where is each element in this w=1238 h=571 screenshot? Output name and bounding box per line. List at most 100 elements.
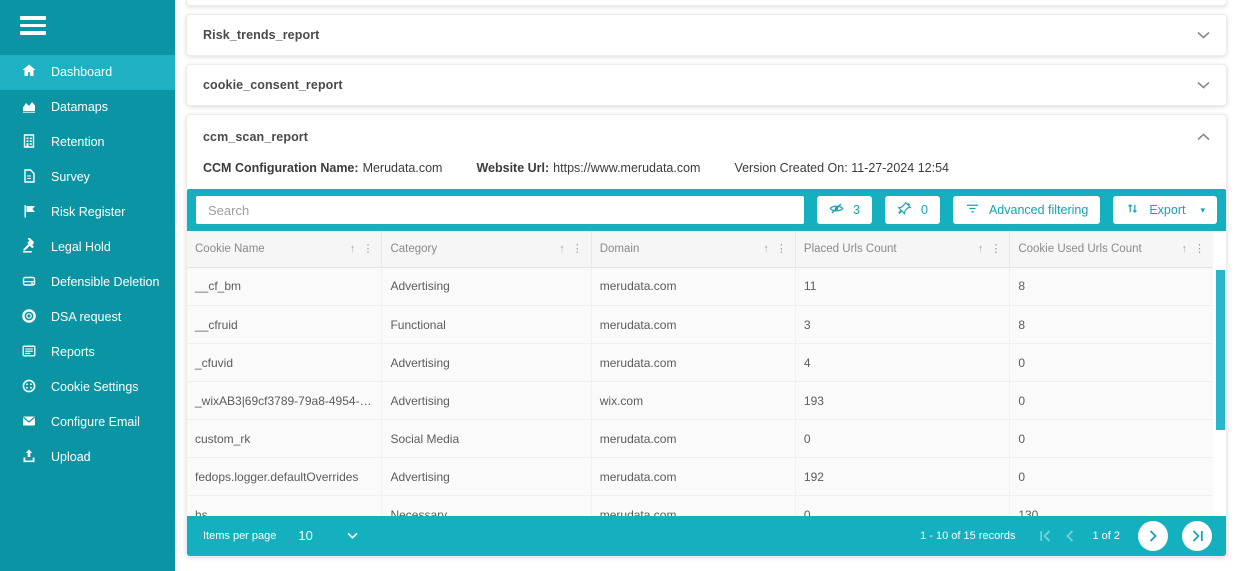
sort-asc-icon[interactable]: ↑ bbox=[1182, 243, 1188, 255]
column-menu-icon[interactable]: ⋮ bbox=[776, 242, 787, 255]
sidebar-item-label: Cookie Settings bbox=[51, 380, 139, 394]
ccm-config-info: CCM Configuration Name: Merudata.com Webs… bbox=[187, 159, 1226, 189]
drive-icon bbox=[21, 273, 37, 292]
records-range-text: 1 - 10 of 15 records bbox=[920, 529, 1016, 542]
cell-placed-count: 0 bbox=[794, 419, 1010, 458]
gavel-icon bbox=[21, 236, 37, 257]
export-button[interactable]: Export ▾ bbox=[1113, 196, 1217, 224]
cell-category: Advertising bbox=[381, 267, 592, 306]
pagination-bar: Items per page 10 1 - 10 of 15 records 1… bbox=[187, 515, 1226, 556]
app-root: Dashboard Datamaps Retention Survey Risk… bbox=[0, 0, 1238, 571]
sidebar-item-upload[interactable]: Upload bbox=[0, 440, 175, 475]
cell-cookie-name: custom_rk bbox=[187, 419, 382, 458]
sidebar-item-risk-register[interactable]: Risk Register bbox=[0, 195, 175, 230]
table-row: fedops.logger.defaultOverrides Advertisin… bbox=[187, 457, 1213, 496]
sidebar-item-label: Configure Email bbox=[51, 415, 140, 429]
sidebar-item-label: Retention bbox=[51, 135, 105, 149]
first-page-button[interactable] bbox=[1039, 529, 1052, 542]
sidebar-item-label: Reports bbox=[51, 345, 95, 359]
main-content: Risk_trends_report cookie_consent_report… bbox=[175, 0, 1238, 571]
cell-cookie-name: fedops.logger.defaultOverrides bbox=[187, 457, 382, 496]
hamburger-menu-icon[interactable] bbox=[0, 0, 175, 47]
sidebar-item-retention[interactable]: Retention bbox=[0, 125, 175, 160]
sidebar-item-label: Dashboard bbox=[51, 65, 113, 79]
sidebar-item-dashboard[interactable]: Dashboard bbox=[0, 54, 175, 90]
search-input[interactable] bbox=[196, 196, 805, 224]
cell-domain: merudata.com bbox=[590, 457, 796, 496]
cell-domain: merudata.com bbox=[590, 495, 796, 516]
cell-used-count: 0 bbox=[1009, 419, 1213, 458]
sidebar-item-datamaps[interactable]: Datamaps bbox=[0, 90, 175, 125]
unpin-button[interactable]: 0 bbox=[885, 196, 940, 224]
vertical-scrollbar bbox=[1216, 268, 1225, 515]
eye-slash-icon bbox=[829, 201, 844, 219]
cell-category: Advertising bbox=[381, 381, 592, 420]
sidebar-item-label: Defensible Deletion bbox=[51, 275, 160, 289]
sidebar-item-defensible-deletion[interactable]: Defensible Deletion bbox=[0, 265, 175, 300]
column-menu-icon[interactable]: ⋮ bbox=[1194, 242, 1205, 255]
sidebar-item-configure-email[interactable]: Configure Email bbox=[0, 405, 175, 440]
partial-card-above bbox=[186, 0, 1227, 6]
chevron-down-icon[interactable] bbox=[347, 532, 358, 539]
cell-cookie-name: _cfuvid bbox=[187, 343, 382, 382]
cell-cookie-name: hs bbox=[187, 495, 382, 516]
cell-cookie-name: __cfruid bbox=[187, 305, 382, 344]
panel-ccm-scan-report: ccm_scan_report CCM Configuration Name: M… bbox=[186, 114, 1227, 557]
table-row: __cf_bm Advertising merudata.com 11 8 bbox=[187, 267, 1213, 306]
previous-page-button[interactable] bbox=[1066, 529, 1074, 542]
panel-title: cookie_consent_report bbox=[203, 78, 343, 92]
column-header-cookie-name[interactable]: Cookie Name ↑ ⋮ bbox=[187, 231, 382, 268]
panel-risk-trends-header[interactable]: Risk_trends_report bbox=[187, 15, 1226, 55]
sidebar-item-label: Legal Hold bbox=[51, 240, 111, 254]
column-menu-icon[interactable]: ⋮ bbox=[362, 242, 373, 255]
cell-category: Advertising bbox=[381, 457, 592, 496]
cell-placed-count: 3 bbox=[794, 305, 1010, 344]
panel-ccm-scan-header[interactable]: ccm_scan_report bbox=[187, 115, 1226, 159]
sort-asc-icon[interactable]: ↑ bbox=[763, 243, 769, 255]
sort-arrows-icon bbox=[1125, 201, 1140, 219]
table-row: _wixAB3|69cf3789-79a8-4954-9efb-44e5...A… bbox=[187, 381, 1213, 420]
home-icon bbox=[21, 63, 37, 82]
panel-cookie-consent-header[interactable]: cookie_consent_report bbox=[187, 65, 1226, 105]
cell-domain: merudata.com bbox=[590, 343, 796, 382]
sort-asc-icon[interactable]: ↑ bbox=[350, 243, 356, 255]
sidebar-item-label: Upload bbox=[51, 450, 91, 464]
column-menu-icon[interactable]: ⋮ bbox=[990, 242, 1001, 255]
cell-cookie-name: _wixAB3|69cf3789-79a8-4954-9efb-44e5... bbox=[187, 381, 382, 420]
sort-asc-icon[interactable]: ↑ bbox=[978, 243, 984, 255]
hidden-columns-count: 3 bbox=[853, 203, 860, 217]
pinned-count: 0 bbox=[921, 203, 928, 217]
column-header-domain[interactable]: Domain ↑ ⋮ bbox=[590, 231, 796, 268]
sidebar-item-survey[interactable]: Survey bbox=[0, 160, 175, 195]
sidebar-item-cookie-settings[interactable]: Cookie Settings bbox=[0, 370, 175, 405]
cell-used-count: 0 bbox=[1009, 343, 1213, 382]
cell-placed-count: 192 bbox=[794, 457, 1010, 496]
last-page-button[interactable] bbox=[1182, 520, 1212, 551]
lifebuoy-icon bbox=[21, 308, 37, 327]
column-header-cookie-used-urls[interactable]: Cookie Used Urls Count ↑ ⋮ bbox=[1009, 231, 1213, 268]
table-row: hs Necessary merudata.com 0 130 bbox=[187, 495, 1213, 516]
column-header-placed-urls[interactable]: Placed Urls Count ↑ ⋮ bbox=[794, 231, 1010, 268]
column-menu-icon[interactable]: ⋮ bbox=[572, 242, 583, 255]
panel-title: Risk_trends_report bbox=[203, 28, 320, 42]
sidebar-item-reports[interactable]: Reports bbox=[0, 335, 175, 370]
grid-toolbar: 3 0 Advanced filtering Export ▾ bbox=[187, 189, 1226, 231]
cell-domain: merudata.com bbox=[590, 305, 796, 344]
sidebar-item-legal-hold[interactable]: Legal Hold bbox=[0, 230, 175, 265]
ccm-website-url: Website Url: https://www.merudata.com bbox=[476, 161, 701, 175]
cell-used-count: 8 bbox=[1009, 305, 1213, 344]
next-page-button[interactable] bbox=[1138, 520, 1168, 551]
column-header-category[interactable]: Category ↑ ⋮ bbox=[381, 231, 592, 268]
items-per-page-select[interactable]: 10 bbox=[298, 528, 312, 543]
caret-down-icon: ▾ bbox=[1200, 204, 1205, 215]
advanced-filtering-button[interactable]: Advanced filtering bbox=[952, 196, 1101, 224]
sort-asc-icon[interactable]: ↑ bbox=[559, 243, 565, 255]
items-per-page-label: Items per page bbox=[203, 529, 277, 542]
upload-icon bbox=[21, 448, 37, 467]
export-label: Export bbox=[1149, 203, 1186, 217]
cell-category: Functional bbox=[381, 305, 592, 344]
sidebar-item-dsa-request[interactable]: DSA request bbox=[0, 300, 175, 335]
hidden-columns-button[interactable]: 3 bbox=[817, 196, 872, 224]
cell-used-count: 0 bbox=[1009, 457, 1213, 496]
scrollbar-thumb[interactable] bbox=[1216, 270, 1225, 430]
